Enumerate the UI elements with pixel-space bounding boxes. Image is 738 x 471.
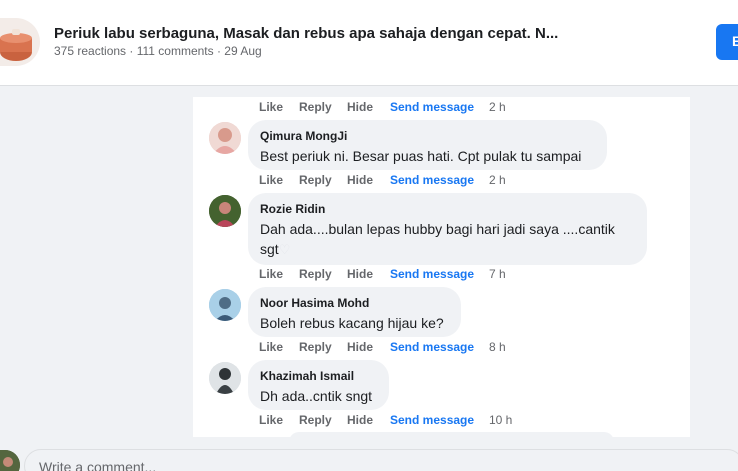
user-photo-icon [0, 450, 20, 471]
header-action-button[interactable]: E [716, 24, 738, 60]
reply-link[interactable]: Reply [299, 173, 332, 187]
comment-bubble-partial [289, 432, 614, 437]
avatar[interactable] [209, 122, 241, 154]
avatar[interactable] [209, 195, 241, 227]
hide-link[interactable]: Hide [347, 340, 373, 354]
hide-link[interactable]: Hide [347, 173, 373, 187]
comment-bubble: Qimura MongJi Best periuk ni. Besar puas… [248, 120, 607, 170]
comment-author[interactable]: Noor Hasima Mohd [260, 295, 449, 311]
comment-text: Best periuk ni. Besar puas hati. Cpt pul… [260, 148, 582, 164]
like-link[interactable]: Like [259, 340, 283, 354]
post-header: Periuk labu serbaguna, Masak dan rebus a… [0, 0, 738, 86]
pot-icon [0, 29, 32, 61]
post-meta: 375 reactions · 111 comments · 29 Aug [54, 44, 262, 58]
comment-text-content: Dah ada....bulan lepas hubby bagi hari j… [260, 221, 615, 257]
composer-avatar [0, 450, 20, 471]
hide-link[interactable]: Hide [347, 100, 373, 114]
like-link[interactable]: Like [259, 100, 283, 114]
comment-bubble: Noor Hasima Mohd Boleh rebus kacang hija… [248, 287, 461, 337]
like-link[interactable]: Like [259, 267, 283, 281]
send-message-link[interactable]: Send message [390, 340, 474, 354]
comment-bubble: Rozie Ridin Dah ada....bulan lepas hubby… [248, 193, 647, 265]
avatar[interactable] [209, 289, 241, 321]
comment-author[interactable]: Rozie Ridin [260, 201, 635, 217]
post-thumbnail[interactable] [0, 18, 40, 66]
user-photo-icon [209, 289, 241, 321]
hide-link[interactable]: Hide [347, 413, 373, 427]
heart-icon: ♡ [278, 242, 291, 257]
comment-author[interactable]: Khazimah Ismail [260, 368, 377, 384]
like-link[interactable]: Like [259, 413, 283, 427]
send-message-link[interactable]: Send message [390, 100, 474, 114]
like-link[interactable]: Like [259, 173, 283, 187]
comment-author[interactable]: Qimura MongJi [260, 128, 595, 144]
comment-time[interactable]: 7 h [489, 267, 506, 281]
comment-text: Dah ada....bulan lepas hubby bagi hari j… [260, 219, 635, 260]
reply-link[interactable]: Reply [299, 413, 332, 427]
hide-link[interactable]: Hide [347, 267, 373, 281]
comment-time[interactable]: 2 h [489, 100, 506, 114]
send-message-link[interactable]: Send message [390, 267, 474, 281]
comment-time[interactable]: 2 h [489, 173, 506, 187]
post-title[interactable]: Periuk labu serbaguna, Masak dan rebus a… [54, 25, 558, 42]
reply-link[interactable]: Reply [299, 340, 332, 354]
avatar[interactable] [209, 362, 241, 394]
send-message-link[interactable]: Send message [390, 413, 474, 427]
comment-text: Boleh rebus kacang hijau ke? [260, 315, 444, 331]
comment-input[interactable]: Write a comment... [24, 449, 738, 471]
reply-link[interactable]: Reply [299, 100, 332, 114]
reply-link[interactable]: Reply [299, 267, 332, 281]
comment-time[interactable]: 10 h [489, 413, 512, 427]
comments-panel[interactable]: Like Reply Hide Send message 2 h Qimura … [193, 97, 690, 437]
send-message-link[interactable]: Send message [390, 173, 474, 187]
comment-time[interactable]: 8 h [489, 340, 506, 354]
user-photo-icon [209, 362, 241, 394]
comment-bubble: Khazimah Ismail Dh ada..cntik sngt [248, 360, 389, 410]
comment-text: Dh ada..cntik sngt [260, 388, 373, 404]
user-photo-icon [209, 195, 241, 227]
user-photo-icon [209, 122, 241, 154]
